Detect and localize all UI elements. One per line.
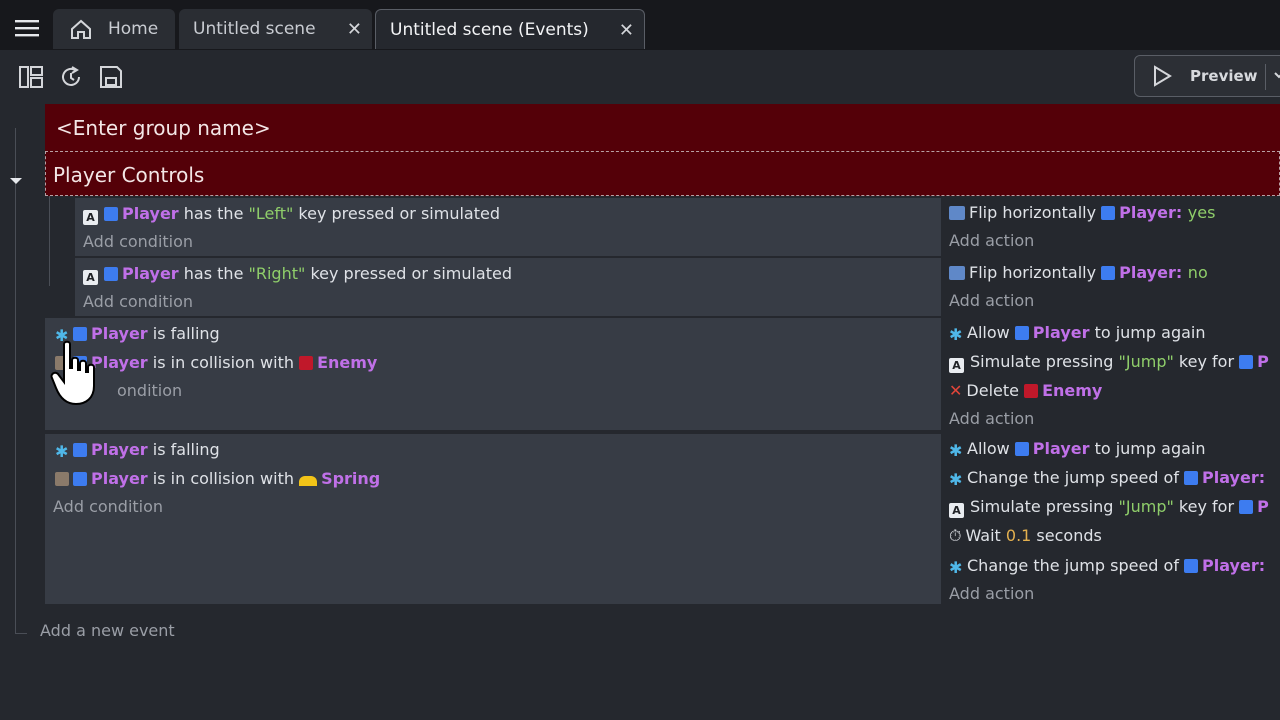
- preview-label: Preview: [1190, 67, 1258, 85]
- action[interactable]: ✱ Change the jump speed of Player:: [949, 468, 1265, 489]
- group-name[interactable]: Player Controls: [53, 163, 204, 187]
- collision-icon: [55, 472, 69, 486]
- platformer-icon: ✱: [949, 558, 963, 577]
- timer-icon: ⏱: [949, 526, 962, 545]
- play-icon: [1151, 65, 1173, 91]
- preview-button[interactable]: Preview: [1134, 55, 1280, 97]
- player-sprite-icon: [1014, 326, 1029, 340]
- player-sprite-icon: [1239, 355, 1254, 369]
- add-new-event-link[interactable]: Add a new event: [40, 621, 175, 640]
- hand-cursor-icon: [50, 340, 110, 412]
- player-sprite-icon: [104, 267, 118, 281]
- tab-scene-events-label: Untitled scene (Events): [390, 20, 589, 40]
- keyboard-icon: A: [949, 358, 964, 373]
- action[interactable]: ✱ Allow Player to jump again: [949, 439, 1205, 460]
- tab-scene[interactable]: Untitled scene ✕: [179, 9, 372, 49]
- tab-bar: Home Untitled scene ✕ Untitled scene (Ev…: [0, 0, 1280, 50]
- action[interactable]: ✕ Delete Enemy: [949, 381, 1102, 400]
- add-condition-link[interactable]: Add condition: [53, 497, 163, 516]
- player-sprite-icon: [1101, 206, 1116, 220]
- home-icon: [69, 18, 93, 45]
- add-action-link[interactable]: Add action: [949, 409, 1034, 428]
- group-player-controls[interactable]: Player Controls: [45, 151, 1280, 196]
- tree-line: [49, 196, 50, 286]
- objects-panel-icon[interactable]: [18, 64, 44, 90]
- condition[interactable]: A Player has the "Left" key pressed or si…: [83, 204, 500, 225]
- keyboard-icon: A: [83, 270, 98, 285]
- platformer-icon: ✱: [55, 326, 69, 345]
- group-name[interactable]: <Enter group name>: [56, 116, 271, 140]
- action[interactable]: ⏱ Wait 0.1 seconds: [949, 526, 1102, 546]
- player-sprite-icon: [73, 443, 87, 457]
- action[interactable]: A Simulate pressing "Jump" key for P: [949, 497, 1269, 518]
- save-icon[interactable]: [98, 64, 124, 90]
- event-row[interactable]: [45, 434, 941, 604]
- toolbar: [0, 50, 1280, 104]
- collapse-triangle-icon[interactable]: [9, 171, 23, 190]
- player-sprite-icon: [1014, 442, 1029, 456]
- condition[interactable]: ✱ Player is falling: [55, 440, 220, 461]
- enemy-sprite-icon: [1024, 384, 1039, 398]
- action[interactable]: ✱ Allow Player to jump again: [949, 323, 1205, 344]
- player-sprite-icon: [1184, 471, 1199, 485]
- player-sprite-icon: [73, 327, 87, 341]
- tab-scene-label: Untitled scene: [193, 19, 316, 39]
- action[interactable]: ✱ Change the jump speed of Player:: [949, 556, 1265, 577]
- enemy-sprite-icon: [299, 356, 314, 370]
- close-icon[interactable]: ✕: [347, 19, 362, 40]
- action[interactable]: Flip horizontally Player: yes: [949, 203, 1215, 222]
- hamburger-menu-icon[interactable]: [14, 18, 40, 38]
- tab-home-label: Home: [108, 19, 159, 39]
- chevron-down-icon[interactable]: [1273, 68, 1280, 86]
- action[interactable]: A Simulate pressing "Jump" key for P: [949, 352, 1269, 373]
- player-sprite-icon: [1101, 266, 1116, 280]
- preview-dropdown-divider: [1265, 64, 1266, 90]
- platformer-icon: ✱: [949, 441, 963, 460]
- action[interactable]: Flip horizontally Player: no: [949, 263, 1208, 282]
- player-sprite-icon: [104, 207, 118, 221]
- flip-icon: [949, 206, 965, 220]
- add-condition-link[interactable]: Add condition: [83, 292, 193, 311]
- add-action-link[interactable]: Add action: [949, 291, 1034, 310]
- refresh-icon[interactable]: [58, 64, 84, 90]
- add-action-link[interactable]: Add action: [949, 584, 1034, 603]
- platformer-icon: ✱: [55, 442, 69, 461]
- flip-icon: [949, 266, 965, 280]
- delete-icon: ✕: [949, 381, 963, 400]
- group-empty[interactable]: <Enter group name>: [45, 104, 1280, 151]
- platformer-icon: ✱: [949, 470, 963, 489]
- tree-line: [15, 633, 27, 634]
- player-sprite-icon: [73, 472, 87, 486]
- close-icon[interactable]: ✕: [619, 20, 634, 41]
- platformer-icon: ✱: [949, 325, 963, 344]
- keyboard-icon: A: [949, 503, 964, 518]
- add-condition-link[interactable]: ondition: [117, 381, 182, 400]
- add-action-link[interactable]: Add action: [949, 231, 1034, 250]
- tree-line: [15, 128, 16, 633]
- spring-sprite-icon: [299, 476, 318, 486]
- add-condition-link[interactable]: Add condition: [83, 232, 193, 251]
- keyboard-icon: A: [83, 210, 98, 225]
- tab-home[interactable]: Home: [53, 9, 175, 49]
- condition[interactable]: Player is in collision with Spring: [55, 469, 380, 488]
- condition[interactable]: A Player has the "Right" key pressed or s…: [83, 264, 512, 285]
- tab-scene-events[interactable]: Untitled scene (Events) ✕: [375, 9, 645, 49]
- player-sprite-icon: [1239, 500, 1254, 514]
- player-sprite-icon: [1184, 559, 1199, 573]
